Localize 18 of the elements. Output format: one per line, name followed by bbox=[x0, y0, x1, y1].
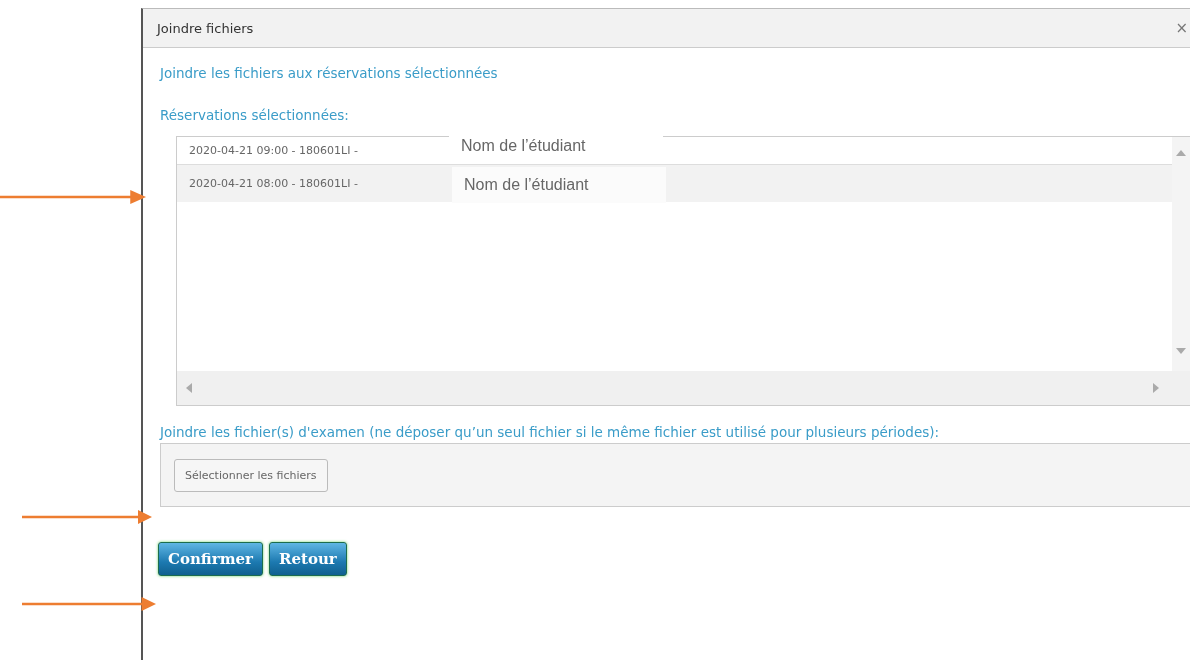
scroll-up-icon[interactable] bbox=[1176, 149, 1186, 157]
student-name-label: Nom de l’étudiant bbox=[452, 167, 666, 203]
reservation-text: 2020-04-21 08:00 - 180601LI - bbox=[189, 177, 358, 190]
select-files-button[interactable]: Sélectionner les fichiers bbox=[174, 458, 328, 492]
vertical-scrollbar[interactable] bbox=[1172, 137, 1190, 371]
close-button[interactable]: × bbox=[1173, 19, 1190, 37]
attach-files-label: Joindre les fichier(s) d'examen (ne déposer qu’un seul fichier si le même fichier est utilisé pour plusieurs périodes): bbox=[160, 423, 941, 441]
reservation-row[interactable]: 2020-04-21 08:00 - 180601LI - Nom de l’étudiant bbox=[177, 165, 1172, 202]
scroll-right-icon[interactable] bbox=[1152, 383, 1160, 393]
action-button[interactable]: Confirmer bbox=[158, 542, 263, 576]
reservations-label: Réservations sélectionnées: bbox=[160, 107, 350, 123]
reservation-text: 2020-04-21 09:00 - 180601LI - bbox=[189, 144, 358, 157]
window-title: Joindre fichiers bbox=[157, 20, 254, 36]
scroll-down-icon[interactable] bbox=[1176, 347, 1186, 355]
scroll-left-icon[interactable] bbox=[185, 383, 193, 393]
dialog-heading: Joindre les fichiers aux réservations sélectionnées bbox=[160, 65, 499, 81]
horizontal-scrollbar[interactable] bbox=[177, 371, 1190, 405]
action-button[interactable]: Retour bbox=[269, 542, 347, 576]
